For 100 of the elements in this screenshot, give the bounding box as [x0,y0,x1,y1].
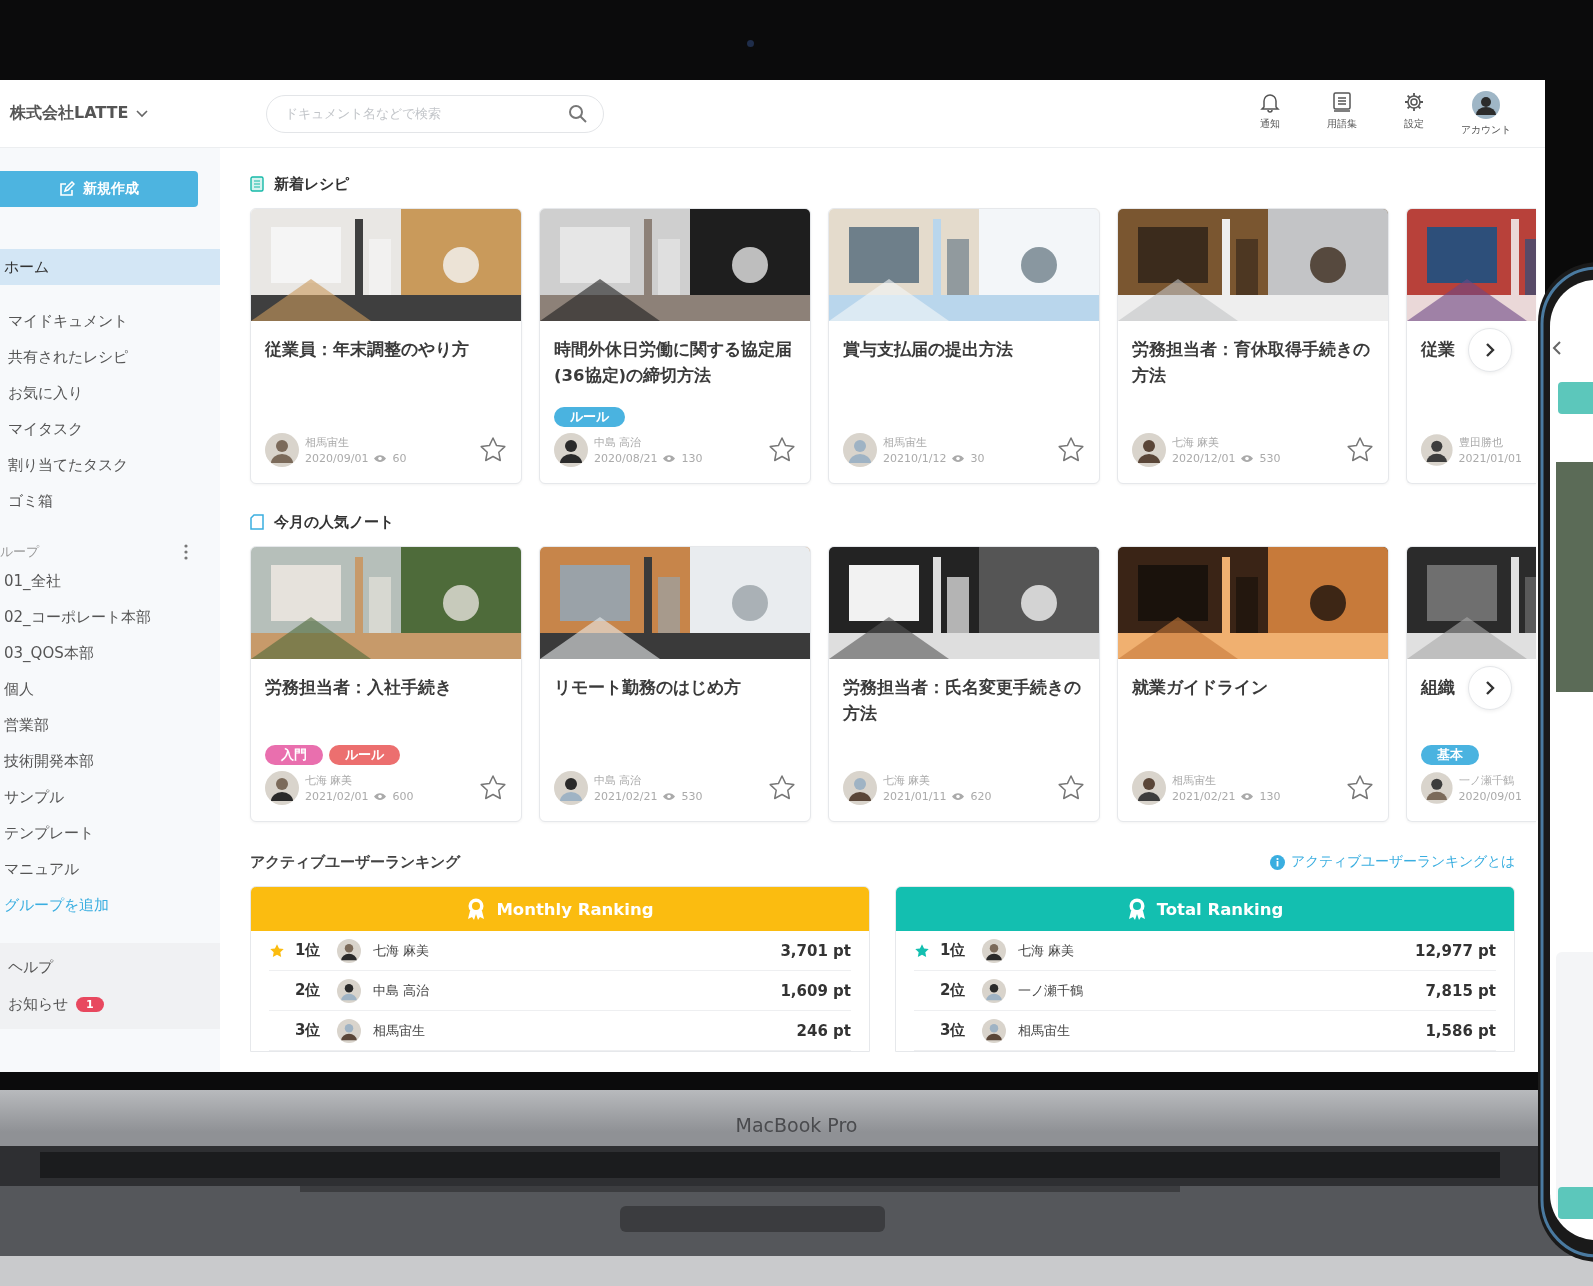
date-text: 2021/02/01 [305,790,369,803]
document-card[interactable]: 賞与支払届の提出方法 相馬宙生 20210/1/12 30 [828,208,1100,484]
rank-text: 3位 [940,1021,967,1040]
star-icon[interactable] [479,774,507,802]
group-item[interactable]: 03_QOS本部 [0,635,220,671]
eye-icon [373,792,388,801]
card-title: 労務担当者：育休取得手続きの方法 [1132,339,1371,387]
document-card[interactable]: 労務担当者：育休取得手続きの方法 七海 麻美 2020/12/01 530 [1117,208,1389,484]
star-icon[interactable] [768,774,796,802]
star-icon[interactable] [1346,436,1374,464]
info-icon [1270,854,1285,870]
nav-item[interactable]: ゴミ箱 [0,483,220,519]
nav-item[interactable]: お気に入り [0,375,220,411]
date-text: 2021/02/21 [1172,790,1236,803]
avatar [843,771,877,805]
eye-icon [1240,792,1255,801]
star-icon[interactable] [479,436,507,464]
date-text: 2020/09/01 [1458,790,1522,803]
points-text: 246 pt [796,1021,851,1040]
view-count: 620 [970,790,992,803]
book-icon [1331,90,1353,113]
group-item[interactable]: マニュアル [0,851,220,887]
edit-icon [59,181,75,197]
document-card[interactable]: 労務担当者：入社手続き 入門 ルール 七海 麻美 2021/02/01 600 [250,546,522,822]
avatar [982,1018,1006,1043]
help-link[interactable]: ヘルプ [8,958,53,977]
group-item[interactable]: 01_全社 [0,563,220,599]
ranking-header: Monthly Ranking [251,887,869,931]
user-name: 七海 麻美 [373,941,430,960]
header-action[interactable]: アカウント [1453,90,1519,137]
card-title: リモート勤務のはじめ方 [554,677,741,699]
view-count: 130 [1259,790,1281,803]
avatar [337,978,361,1003]
eye-icon [951,454,966,463]
avatar [1421,771,1453,805]
card-title: 時間外休日労働に関する協定届(36協定)の締切方法 [554,339,793,387]
group-item[interactable]: 02_コーポレート本部 [0,599,220,635]
date-text: 20210/1/12 [883,452,947,465]
avatar-icon [1472,90,1500,119]
group-item[interactable]: テンプレート [0,815,220,851]
header-action[interactable]: 用語集 [1309,90,1375,137]
group-item[interactable]: 技術開発本部 [0,743,220,779]
author-name: 中島 高治 [594,435,643,450]
author-name: 一ノ瀬千鶴 [1458,773,1515,788]
avatar [265,433,299,467]
eye-icon [373,454,388,463]
header-action[interactable]: 設定 [1381,90,1447,137]
view-count: 130 [681,452,703,465]
group-item[interactable]: 個人 [0,671,220,707]
nav-item[interactable]: ホーム [0,249,220,285]
chevron-right-icon [1484,342,1496,358]
date-text: 2020/09/01 [305,452,369,465]
document-card[interactable]: 労務担当者：氏名変更手続きの方法 七海 麻美 2021/01/11 620 [828,546,1100,822]
star-icon[interactable] [1057,436,1085,464]
view-count: 30 [970,452,985,465]
star-icon[interactable] [768,436,796,464]
points-text: 1,586 pt [1425,1021,1496,1040]
date-text: 2021/01/11 [883,790,947,803]
avatar [1421,433,1453,467]
card-title: 就業ガイドライン [1132,677,1268,699]
avatar [1132,433,1166,467]
search-icon [568,103,588,124]
view-count: 530 [681,790,703,803]
star-icon[interactable] [1346,774,1374,802]
card-title: 従業員：年末調整のやり方 [265,339,469,361]
nav-item[interactable]: マイタスク [0,411,220,447]
nav-item[interactable]: マイドキュメント [0,303,220,339]
document-card[interactable]: 時間外休日労働に関する協定届(36協定)の締切方法 ルール 中島 高治 2020/08/21 130 [539,208,811,484]
avatar [982,978,1006,1003]
ranking-title: アクティブユーザーランキング [250,852,460,872]
header-action[interactable]: 通知 [1237,90,1303,137]
avatar [982,938,1006,963]
group-item[interactable]: 営業部 [0,707,220,743]
card-title: 労務担当者：氏名変更手続きの方法 [843,677,1082,725]
document-card[interactable]: 従業 豊田勝也 2021/01/01 [1406,208,1536,484]
camera-icon [747,40,754,47]
help-link[interactable]: お知らせ [8,995,68,1014]
star-icon[interactable] [1057,774,1085,802]
card-title: 労務担当者：入社手続き [265,677,452,699]
document-card[interactable]: リモート勤務のはじめ方 中島 高治 2021/02/21 530 [539,546,811,822]
date-text: 2021/01/01 [1458,452,1522,465]
points-text: 7,815 pt [1425,981,1496,1000]
more-icon[interactable] [184,544,188,560]
eye-icon [1240,454,1255,463]
author-name: 中島 高治 [594,773,643,788]
nav-item[interactable]: 共有されたレシピ [0,339,220,375]
author-name: 相馬宙生 [883,435,928,450]
document-card[interactable]: 従業員：年末調整のやり方 相馬宙生 2020/09/01 60 [250,208,522,484]
company-switcher[interactable]: 株式会社LATTE [0,103,266,124]
date-text: 2020/08/21 [594,452,658,465]
document-card[interactable]: 就業ガイドライン 相馬宙生 2021/02/21 130 [1117,546,1389,822]
group-item[interactable]: サンプル [0,779,220,815]
group-heading: ループ [0,543,39,561]
note-icon [250,514,264,530]
nav-item[interactable]: 割り当てたタスク [0,447,220,483]
rank-text: 3位 [295,1021,322,1040]
rank-text: 2位 [295,981,322,1000]
search-field[interactable]: ドキュメント名などで検索 [266,94,604,133]
view-count: 60 [392,452,407,465]
author-name: 相馬宙生 [305,435,350,450]
